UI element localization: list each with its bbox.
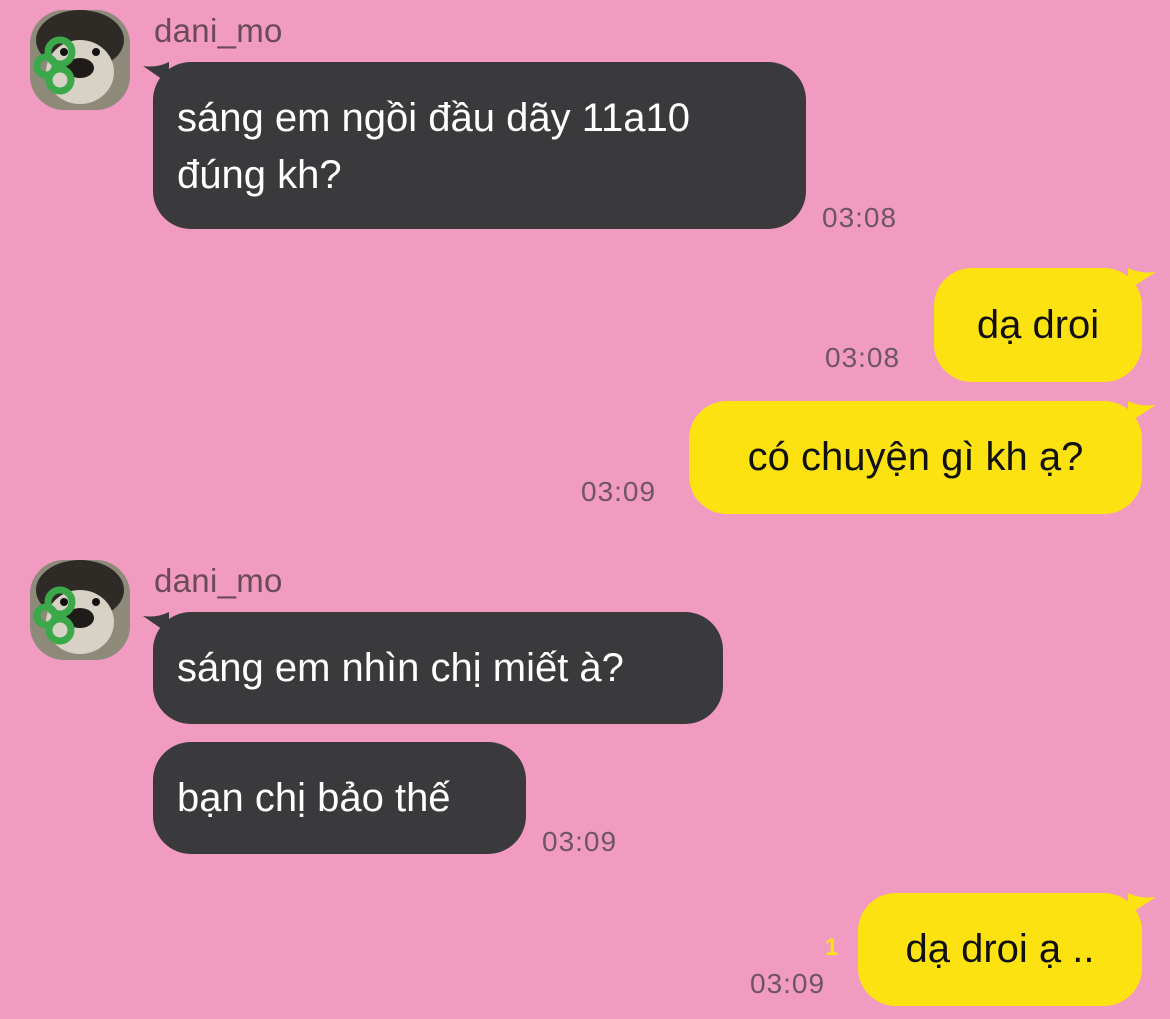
- message-timestamp: 03:08: [822, 202, 898, 233]
- bubble-tail: [1128, 401, 1156, 423]
- sender-name: dani_mo: [154, 12, 283, 49]
- outgoing-message-bubble[interactable]: dạ droi: [934, 268, 1142, 382]
- message-timestamp: 03:09: [750, 968, 826, 999]
- dog-avatar-icon: [30, 560, 130, 660]
- incoming-message-bubble[interactable]: sáng em nhìn chị miết à?: [153, 612, 723, 724]
- message-text: dạ droi ạ ..: [905, 927, 1095, 971]
- message-timestamp: 03:09: [581, 476, 657, 507]
- message-timestamp: 03:08: [825, 342, 901, 373]
- message-text: có chuyện gì kh ạ?: [747, 435, 1084, 479]
- bubble-tail: [1128, 268, 1156, 290]
- incoming-message-bubble[interactable]: sáng em ngồi đầu dãy 11a10 đúng kh?: [153, 62, 806, 229]
- message-text: dạ droi: [976, 302, 1100, 347]
- sender-avatar[interactable]: [30, 560, 130, 660]
- message-text: sáng em nhìn chị miết à?: [177, 645, 624, 690]
- dog-avatar-icon: [30, 10, 130, 110]
- message-timestamp: 03:09: [542, 826, 618, 857]
- incoming-message-bubble[interactable]: bạn chị bảo thế: [153, 742, 526, 854]
- unread-count: 1: [825, 934, 839, 961]
- sender-name: dani_mo: [154, 562, 283, 599]
- outgoing-message-bubble[interactable]: dạ droi ạ ..: [858, 893, 1142, 1006]
- message-text: bạn chị bảo thế: [177, 775, 451, 820]
- sender-avatar[interactable]: [30, 10, 130, 110]
- bubble-tail: [1128, 893, 1156, 915]
- outgoing-message-bubble[interactable]: có chuyện gì kh ạ?: [689, 401, 1142, 514]
- message-text: sáng em ngồi đầu dãy 11a10 đúng kh?: [177, 96, 690, 197]
